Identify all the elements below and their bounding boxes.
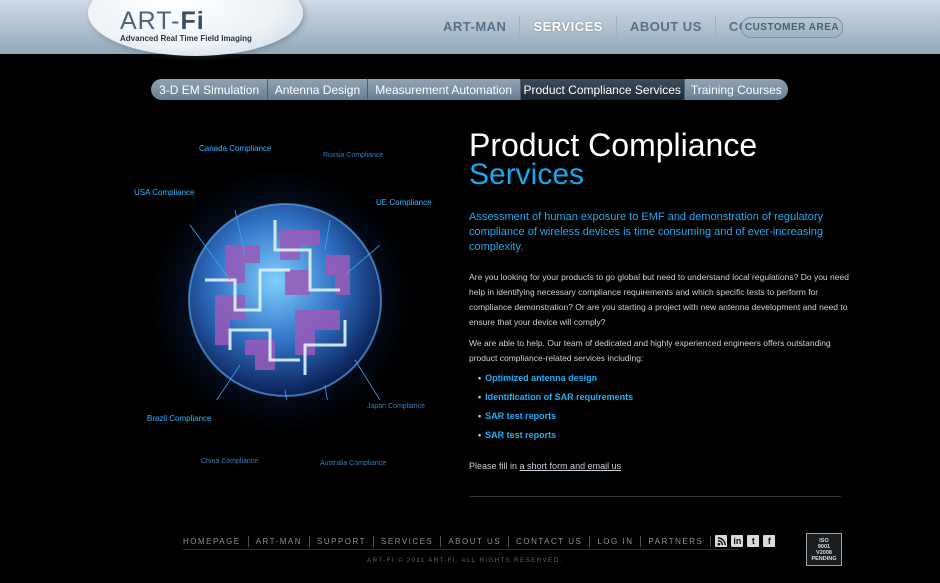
globe-icon (188, 203, 382, 400)
nav-art-man[interactable]: ART-MAN (430, 16, 521, 38)
canada-compliance-label[interactable]: Canada Compliance (199, 144, 272, 153)
tab-antenna-design[interactable]: Antenna Design (268, 79, 368, 100)
tab-training-courses[interactable]: Training Courses (685, 79, 788, 100)
services-subnav: 3-D EM Simulation Antenna Design Measure… (151, 79, 788, 100)
footer-link-about-us[interactable]: ABOUT US (441, 535, 510, 547)
nav-about-us[interactable]: ABOUT US (617, 16, 716, 38)
iso-badge: ISO 9001 V2008 PENDING (806, 533, 842, 566)
page-title-line2: Services (469, 158, 585, 191)
list-item: • Identification of SAR requirements (478, 392, 634, 402)
ue-compliance-label[interactable]: UE Compliance (376, 198, 432, 207)
facebook-icon[interactable]: f (763, 535, 776, 547)
short-form-link[interactable]: a short form and email us (520, 461, 622, 471)
twitter-icon[interactable]: t (747, 535, 760, 547)
footer-nav: HOMEPAGE ART-MAN SUPPORT SERVICES ABOUT … (183, 535, 776, 547)
japan-compliance-label[interactable]: Japan Compliance (367, 403, 425, 410)
brazil-compliance-label[interactable]: Brazil Compliance (147, 414, 211, 423)
list-item: • Optimized antenna design (478, 373, 598, 383)
tab-measurement-automation[interactable]: Measurement Automation (368, 79, 521, 100)
footer-link-services[interactable]: SERVICES (374, 535, 442, 547)
australia-compliance-label[interactable]: Australia Compliance (320, 460, 386, 467)
usa-compliance-label[interactable]: USA Compliance (134, 188, 194, 197)
logo[interactable]: ART-Fi Advanced Real Time Field Imaging (120, 8, 252, 43)
footer-link-contact-us[interactable]: CONTACT US (509, 535, 591, 547)
footer-link-partners[interactable]: PARTNERS (641, 535, 712, 547)
tab-product-compliance-services[interactable]: Product Compliance Services (520, 79, 685, 100)
nav-services[interactable]: SERVICES (520, 16, 617, 38)
contact-prompt: Please fill in a short form and email us (469, 461, 622, 471)
footer-link-art-man[interactable]: ART-MAN (249, 535, 310, 547)
lead-paragraph: Assessment of human exposure to EMF and … (469, 211, 824, 253)
services-list: • Optimized antenna design • Identificatio… (478, 373, 633, 449)
footer-link-log-in[interactable]: LOG IN (590, 535, 642, 547)
tab-3d-em-simulation[interactable]: 3-D EM Simulation (151, 79, 269, 100)
logo-tagline: Advanced Real Time Field Imaging (120, 34, 252, 43)
rss-icon[interactable] (715, 535, 728, 547)
list-item: • SAR test reports (478, 411, 557, 421)
iso-badge-line: PENDING (811, 555, 837, 562)
compliance-globe: Canada Compliance Russia Compliance USA … (120, 130, 450, 480)
footer-link-homepage[interactable]: HOMEPAGE (183, 535, 249, 547)
list-item: • SAR test reports (478, 430, 557, 440)
china-compliance-label[interactable]: China Compliance (201, 458, 258, 465)
services-paragraph: We are able to help. Our team of dedicat… (469, 338, 831, 363)
footer-link-support[interactable]: SUPPORT (310, 535, 375, 547)
customer-area-button[interactable]: CUSTOMER AREA (741, 17, 843, 38)
russia-compliance-label[interactable]: Russia Compliance (323, 152, 383, 159)
linkedin-icon[interactable]: in (731, 535, 744, 547)
intro-paragraph: Are you looking for your products to go … (469, 272, 849, 327)
footer-divider (183, 549, 738, 550)
logo-wordmark: ART-Fi (120, 7, 205, 35)
copyright-text: ART-FI © 2011 ART-FI. ALL RIGHTS RESERVE… (367, 557, 563, 564)
site-header: ART-Fi Advanced Real Time Field Imaging … (0, 0, 940, 56)
content-divider (469, 496, 841, 497)
